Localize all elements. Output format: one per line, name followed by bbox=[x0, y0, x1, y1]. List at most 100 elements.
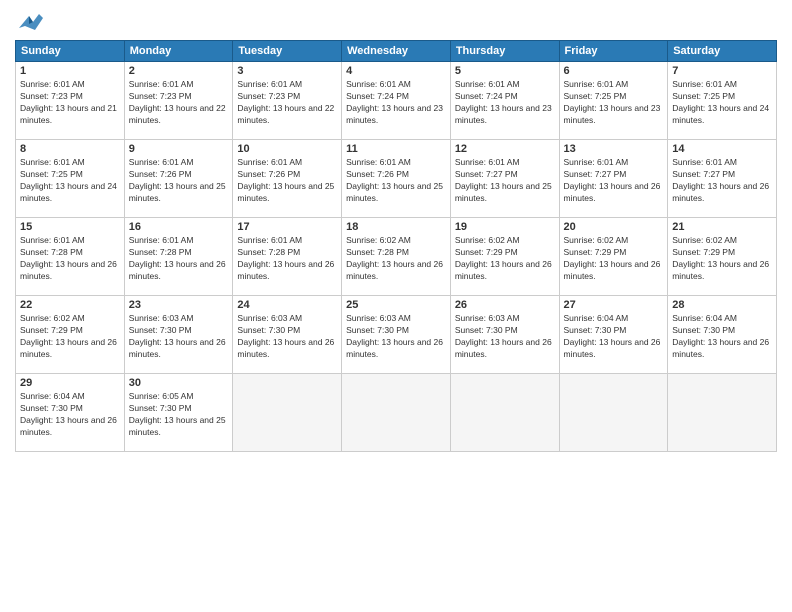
day-info: Sunrise: 6:01 AMSunset: 7:24 PMDaylight:… bbox=[455, 79, 555, 127]
day-info: Sunrise: 6:03 AMSunset: 7:30 PMDaylight:… bbox=[346, 313, 446, 361]
day-info: Sunrise: 6:01 AMSunset: 7:28 PMDaylight:… bbox=[129, 235, 229, 283]
day-cell bbox=[233, 374, 342, 452]
col-header-sunday: Sunday bbox=[16, 41, 125, 62]
day-info: Sunrise: 6:01 AMSunset: 7:25 PMDaylight:… bbox=[564, 79, 664, 127]
day-cell: 22 Sunrise: 6:02 AMSunset: 7:29 PMDayligh… bbox=[16, 296, 125, 374]
col-header-thursday: Thursday bbox=[450, 41, 559, 62]
day-cell: 19 Sunrise: 6:02 AMSunset: 7:29 PMDayligh… bbox=[450, 218, 559, 296]
day-cell: 23 Sunrise: 6:03 AMSunset: 7:30 PMDayligh… bbox=[124, 296, 233, 374]
day-number: 23 bbox=[129, 299, 229, 311]
day-info: Sunrise: 6:01 AMSunset: 7:23 PMDaylight:… bbox=[237, 79, 337, 127]
day-number: 28 bbox=[672, 299, 772, 311]
day-info: Sunrise: 6:01 AMSunset: 7:26 PMDaylight:… bbox=[346, 157, 446, 205]
day-cell: 3 Sunrise: 6:01 AMSunset: 7:23 PMDaylight… bbox=[233, 62, 342, 140]
day-cell: 27Sunrise: 6:04 AMSunset: 7:30 PMDayligh… bbox=[559, 296, 668, 374]
week-row-3: 15 Sunrise: 6:01 AMSunset: 7:28 PMDayligh… bbox=[16, 218, 777, 296]
col-header-friday: Friday bbox=[559, 41, 668, 62]
day-number: 15 bbox=[20, 221, 120, 233]
day-number: 7 bbox=[672, 65, 772, 77]
day-number: 11 bbox=[346, 143, 446, 155]
header bbox=[15, 10, 777, 34]
day-cell: 25 Sunrise: 6:03 AMSunset: 7:30 PMDayligh… bbox=[342, 296, 451, 374]
day-number: 13 bbox=[564, 143, 664, 155]
day-number: 4 bbox=[346, 65, 446, 77]
week-row-2: 8 Sunrise: 6:01 AMSunset: 7:25 PMDaylight… bbox=[16, 140, 777, 218]
day-info: Sunrise: 6:01 AMSunset: 7:25 PMDaylight:… bbox=[672, 79, 772, 127]
day-info: Sunrise: 6:04 AMSunset: 7:30 PMDaylight:… bbox=[20, 391, 120, 439]
day-number: 18 bbox=[346, 221, 446, 233]
day-info: Sunrise: 6:02 AMSunset: 7:28 PMDaylight:… bbox=[346, 235, 446, 283]
calendar-header-row: SundayMondayTuesdayWednesdayThursdayFrid… bbox=[16, 41, 777, 62]
day-info: Sunrise: 6:01 AMSunset: 7:25 PMDaylight:… bbox=[20, 157, 120, 205]
calendar-table: SundayMondayTuesdayWednesdayThursdayFrid… bbox=[15, 40, 777, 452]
day-number: 24 bbox=[237, 299, 337, 311]
day-cell: 26Sunrise: 6:03 AMSunset: 7:30 PMDayligh… bbox=[450, 296, 559, 374]
col-header-tuesday: Tuesday bbox=[233, 41, 342, 62]
day-cell: 4 Sunrise: 6:01 AMSunset: 7:24 PMDaylight… bbox=[342, 62, 451, 140]
day-info: Sunrise: 6:01 AMSunset: 7:27 PMDaylight:… bbox=[672, 157, 772, 205]
day-cell: 18 Sunrise: 6:02 AMSunset: 7:28 PMDayligh… bbox=[342, 218, 451, 296]
day-cell: 14 Sunrise: 6:01 AMSunset: 7:27 PMDayligh… bbox=[668, 140, 777, 218]
day-cell: 15 Sunrise: 6:01 AMSunset: 7:28 PMDayligh… bbox=[16, 218, 125, 296]
day-number: 21 bbox=[672, 221, 772, 233]
col-header-monday: Monday bbox=[124, 41, 233, 62]
day-info: Sunrise: 6:02 AMSunset: 7:29 PMDaylight:… bbox=[455, 235, 555, 283]
week-row-5: 29 Sunrise: 6:04 AMSunset: 7:30 PMDayligh… bbox=[16, 374, 777, 452]
day-info: Sunrise: 6:01 AMSunset: 7:28 PMDaylight:… bbox=[237, 235, 337, 283]
day-number: 29 bbox=[20, 377, 120, 389]
day-cell: 13Sunrise: 6:01 AMSunset: 7:27 PMDayligh… bbox=[559, 140, 668, 218]
day-number: 19 bbox=[455, 221, 555, 233]
logo bbox=[15, 10, 47, 34]
day-info: Sunrise: 6:01 AMSunset: 7:26 PMDaylight:… bbox=[129, 157, 229, 205]
day-number: 8 bbox=[20, 143, 120, 155]
day-cell: 6 Sunrise: 6:01 AMSunset: 7:25 PMDaylight… bbox=[559, 62, 668, 140]
day-info: Sunrise: 6:04 AMSunset: 7:30 PMDaylight:… bbox=[564, 313, 664, 361]
day-number: 25 bbox=[346, 299, 446, 311]
day-cell: 24 Sunrise: 6:03 AMSunset: 7:30 PMDayligh… bbox=[233, 296, 342, 374]
day-number: 3 bbox=[237, 65, 337, 77]
day-info: Sunrise: 6:03 AMSunset: 7:30 PMDaylight:… bbox=[237, 313, 337, 361]
day-cell bbox=[668, 374, 777, 452]
day-number: 6 bbox=[564, 65, 664, 77]
day-number: 1 bbox=[20, 65, 120, 77]
day-cell: 28 Sunrise: 6:04 AMSunset: 7:30 PMDayligh… bbox=[668, 296, 777, 374]
day-info: Sunrise: 6:05 AMSunset: 7:30 PMDaylight:… bbox=[129, 391, 229, 439]
day-cell bbox=[342, 374, 451, 452]
day-cell: 17 Sunrise: 6:01 AMSunset: 7:28 PMDayligh… bbox=[233, 218, 342, 296]
day-cell: 2Sunrise: 6:01 AMSunset: 7:23 PMDaylight… bbox=[124, 62, 233, 140]
day-cell: 7 Sunrise: 6:01 AMSunset: 7:25 PMDaylight… bbox=[668, 62, 777, 140]
day-info: Sunrise: 6:04 AMSunset: 7:30 PMDaylight:… bbox=[672, 313, 772, 361]
day-number: 22 bbox=[20, 299, 120, 311]
page: SundayMondayTuesdayWednesdayThursdayFrid… bbox=[0, 0, 792, 612]
day-info: Sunrise: 6:01 AMSunset: 7:28 PMDaylight:… bbox=[20, 235, 120, 283]
day-cell bbox=[559, 374, 668, 452]
day-info: Sunrise: 6:03 AMSunset: 7:30 PMDaylight:… bbox=[455, 313, 555, 361]
week-row-4: 22 Sunrise: 6:02 AMSunset: 7:29 PMDayligh… bbox=[16, 296, 777, 374]
day-number: 2 bbox=[129, 65, 229, 77]
day-info: Sunrise: 6:01 AMSunset: 7:27 PMDaylight:… bbox=[455, 157, 555, 205]
day-cell: 21 Sunrise: 6:02 AMSunset: 7:29 PMDayligh… bbox=[668, 218, 777, 296]
day-cell: 20 Sunrise: 6:02 AMSunset: 7:29 PMDayligh… bbox=[559, 218, 668, 296]
day-info: Sunrise: 6:02 AMSunset: 7:29 PMDaylight:… bbox=[564, 235, 664, 283]
day-cell: 1 Sunrise: 6:01 AMSunset: 7:23 PMDaylight… bbox=[16, 62, 125, 140]
logo-icon bbox=[15, 10, 43, 34]
day-number: 14 bbox=[672, 143, 772, 155]
col-header-saturday: Saturday bbox=[668, 41, 777, 62]
day-info: Sunrise: 6:02 AMSunset: 7:29 PMDaylight:… bbox=[20, 313, 120, 361]
day-info: Sunrise: 6:02 AMSunset: 7:29 PMDaylight:… bbox=[672, 235, 772, 283]
day-cell: 12 Sunrise: 6:01 AMSunset: 7:27 PMDayligh… bbox=[450, 140, 559, 218]
day-number: 17 bbox=[237, 221, 337, 233]
day-number: 10 bbox=[237, 143, 337, 155]
day-cell: 10 Sunrise: 6:01 AMSunset: 7:26 PMDayligh… bbox=[233, 140, 342, 218]
day-cell: 9Sunrise: 6:01 AMSunset: 7:26 PMDaylight… bbox=[124, 140, 233, 218]
day-info: Sunrise: 6:01 AMSunset: 7:26 PMDaylight:… bbox=[237, 157, 337, 205]
day-number: 12 bbox=[455, 143, 555, 155]
day-info: Sunrise: 6:03 AMSunset: 7:30 PMDaylight:… bbox=[129, 313, 229, 361]
day-info: Sunrise: 6:01 AMSunset: 7:24 PMDaylight:… bbox=[346, 79, 446, 127]
day-cell: 8 Sunrise: 6:01 AMSunset: 7:25 PMDaylight… bbox=[16, 140, 125, 218]
col-header-wednesday: Wednesday bbox=[342, 41, 451, 62]
day-info: Sunrise: 6:01 AMSunset: 7:23 PMDaylight:… bbox=[20, 79, 120, 127]
day-cell bbox=[450, 374, 559, 452]
day-number: 20 bbox=[564, 221, 664, 233]
day-number: 16 bbox=[129, 221, 229, 233]
